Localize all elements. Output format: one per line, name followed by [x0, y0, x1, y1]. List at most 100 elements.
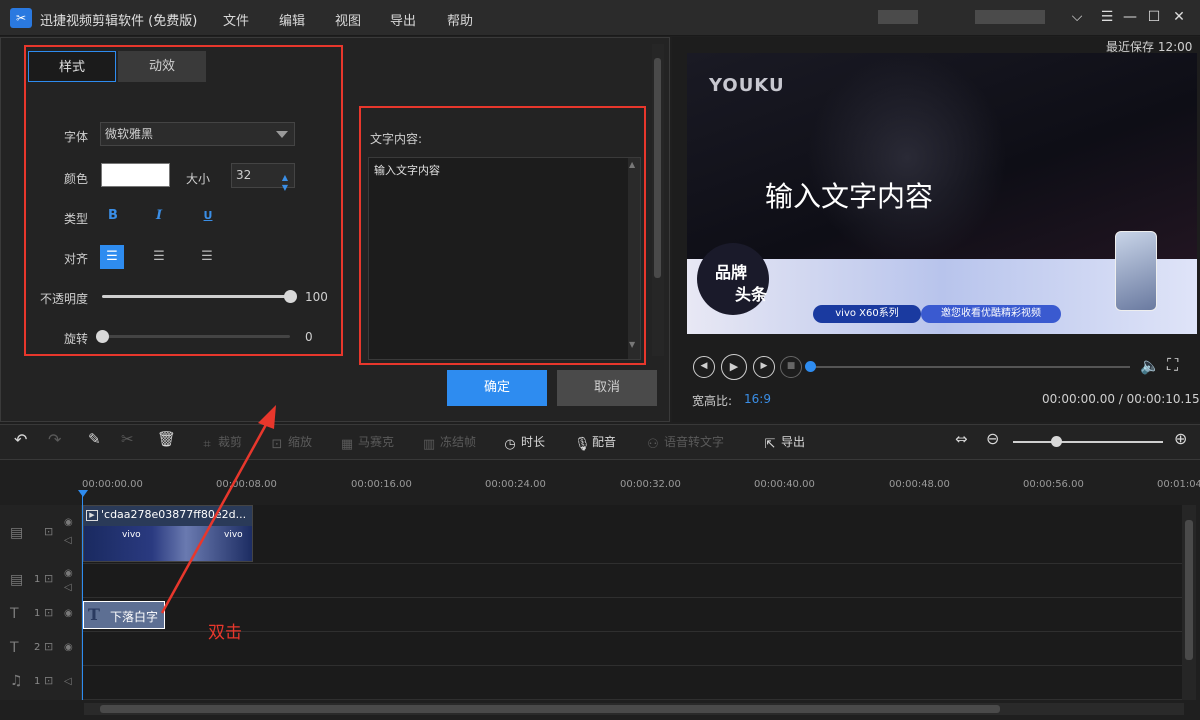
export-tool[interactable]: ⇱ 导出	[763, 433, 805, 452]
eye-icon[interactable]: ◉	[64, 568, 73, 579]
eye-icon[interactable]: ◉	[64, 642, 73, 653]
audio-track-header: ♫ 1 ⊡ ◁	[0, 666, 82, 700]
size-stepper[interactable]: 32 ▲ ▼	[231, 163, 295, 192]
music-note-icon: ♫	[10, 673, 23, 689]
playhead[interactable]	[82, 490, 83, 700]
menu-edit[interactable]: 编辑	[279, 10, 305, 29]
speaker-icon[interactable]: ◁	[64, 535, 72, 546]
align-center-icon[interactable]: ☰	[147, 245, 171, 269]
color-swatch[interactable]	[101, 163, 170, 187]
text-content-input[interactable]: 输入文字内容	[368, 157, 641, 360]
color-label: 颜色	[63, 172, 88, 186]
lock-icon[interactable]: ⊡	[44, 606, 53, 619]
fullscreen-icon[interactable]: ⛶	[1167, 355, 1178, 375]
align-right-icon[interactable]: ☰	[195, 245, 219, 269]
lock-icon[interactable]: ⊡	[44, 674, 53, 687]
tab-style[interactable]: 样式	[28, 51, 116, 82]
arrow-line	[160, 420, 270, 614]
overlay-track-header: ▤ 1 ⊡ ◉ ◁	[0, 564, 82, 598]
previous-frame-icon[interactable]: ◀	[693, 356, 715, 378]
playhead-handle[interactable]	[78, 490, 88, 497]
audio-track[interactable]	[0, 666, 1182, 700]
size-value: 32	[236, 168, 252, 182]
menu-view[interactable]: 视图	[335, 10, 361, 29]
opacity-slider-handle[interactable]	[284, 290, 297, 303]
stop-icon[interactable]: ■	[780, 356, 802, 378]
aspect-value[interactable]: 16:9	[744, 392, 771, 406]
textarea-scrollbar[interactable]	[628, 158, 640, 359]
close-icon[interactable]: ✕	[1170, 8, 1188, 26]
speech-icon: ⚇	[647, 437, 659, 452]
tick-label: 00:00:48.00	[889, 479, 950, 490]
minimize-icon[interactable]: —	[1121, 8, 1139, 26]
duration-tool[interactable]: ◷ 时长	[503, 433, 545, 452]
minimize-to-tray-icon[interactable]: ⌵	[1068, 8, 1086, 26]
panel-scrollbar-thumb[interactable]	[654, 58, 661, 278]
speech-to-text-tool[interactable]: ⚇ 语音转文字	[646, 433, 724, 452]
clip-thumb-text: vivo	[122, 530, 141, 540]
redo-icon[interactable]: ↷	[48, 430, 61, 449]
phone-image	[1115, 231, 1157, 311]
lock-icon[interactable]: ⊡	[44, 572, 53, 585]
playback-handle[interactable]	[805, 361, 816, 372]
timeline-zoom-handle[interactable]	[1051, 436, 1062, 447]
eye-icon[interactable]: ◉	[64, 517, 73, 528]
fit-timeline-icon[interactable]: ⇔	[955, 430, 968, 448]
film-icon: ▤	[10, 572, 24, 588]
tick-label: 00:00:00.00	[82, 479, 143, 490]
playback-time: 00:00:00.00 / 00:00:10.15	[1042, 392, 1200, 406]
menu-help[interactable]: 帮助	[447, 10, 473, 29]
zoom-label: 缩放	[288, 435, 313, 449]
rotate-slider-handle[interactable]	[96, 330, 109, 343]
text-track-2[interactable]	[0, 632, 1182, 666]
tab-animation[interactable]: 动效	[118, 51, 206, 82]
user-account-blurred[interactable]	[878, 10, 918, 24]
eye-icon[interactable]: ◉	[64, 608, 73, 619]
zoom-in-icon[interactable]: ⊕	[1174, 429, 1187, 448]
align-label: 对齐	[63, 252, 88, 266]
play-icon[interactable]: ▶	[721, 354, 747, 380]
mosaic-tool[interactable]: ▦ 马赛克	[340, 433, 394, 452]
undo-icon[interactable]: ↶	[14, 430, 27, 449]
lock-icon[interactable]: ⊡	[44, 640, 53, 653]
maximize-icon[interactable]: ☐	[1145, 8, 1163, 26]
timeline-hscroll-thumb[interactable]	[100, 705, 1000, 713]
rotate-slider[interactable]	[102, 335, 290, 338]
playback-progress[interactable]	[810, 366, 1130, 368]
speaker-icon[interactable]: ◁	[64, 582, 72, 593]
confirm-button[interactable]: 确定	[447, 370, 547, 406]
menu-export[interactable]: 导出	[390, 10, 416, 29]
italic-button[interactable]: I	[147, 205, 171, 227]
dubbing-tool[interactable]: 🎙配音	[574, 433, 616, 452]
timeline-zoom-slider[interactable]	[1013, 441, 1163, 443]
track-number: 1	[34, 676, 41, 687]
edit-icon[interactable]: ✎	[88, 430, 101, 448]
align-left-icon[interactable]: ☰	[100, 245, 124, 269]
tick-label: 00:00:16.00	[351, 479, 412, 490]
opacity-value: 100	[305, 290, 328, 304]
app-window: ✂ 迅捷视频剪辑软件 (免费版) 文件 编辑 视图 导出 帮助 ⌵ ☰ — ☐ …	[0, 0, 1200, 720]
user-info-blurred	[975, 10, 1045, 24]
opacity-slider[interactable]	[102, 295, 290, 298]
lock-icon[interactable]: ⊡	[44, 525, 53, 538]
video-clip-icon: ▶	[86, 510, 98, 521]
menu-file[interactable]: 文件	[223, 10, 249, 29]
cut-icon[interactable]: ✂	[121, 430, 134, 448]
stepper-down-icon[interactable]: ▼	[282, 176, 288, 199]
settings-menu-icon[interactable]: ☰	[1098, 8, 1116, 26]
scroll-up-icon[interactable]: ▲	[629, 160, 635, 169]
cancel-button[interactable]: 取消	[557, 370, 657, 406]
volume-icon[interactable]: 🔈	[1140, 356, 1160, 375]
bold-button[interactable]: B	[101, 205, 125, 227]
annotation-arrow	[160, 405, 276, 614]
chevron-down-icon	[276, 131, 288, 138]
underline-button[interactable]: U	[196, 205, 220, 227]
font-select[interactable]: 微软雅黑	[100, 122, 295, 146]
timeline-vscroll-thumb[interactable]	[1185, 520, 1193, 660]
next-frame-icon[interactable]: ▶	[753, 356, 775, 378]
zoom-out-icon[interactable]: ⊖	[986, 429, 999, 448]
speaker-icon[interactable]: ◁	[64, 676, 72, 687]
youku-watermark: YOUKU	[709, 75, 785, 96]
scroll-down-icon[interactable]: ▼	[629, 340, 635, 349]
freeze-frame-tool[interactable]: ▥ 冻结帧	[422, 433, 476, 452]
